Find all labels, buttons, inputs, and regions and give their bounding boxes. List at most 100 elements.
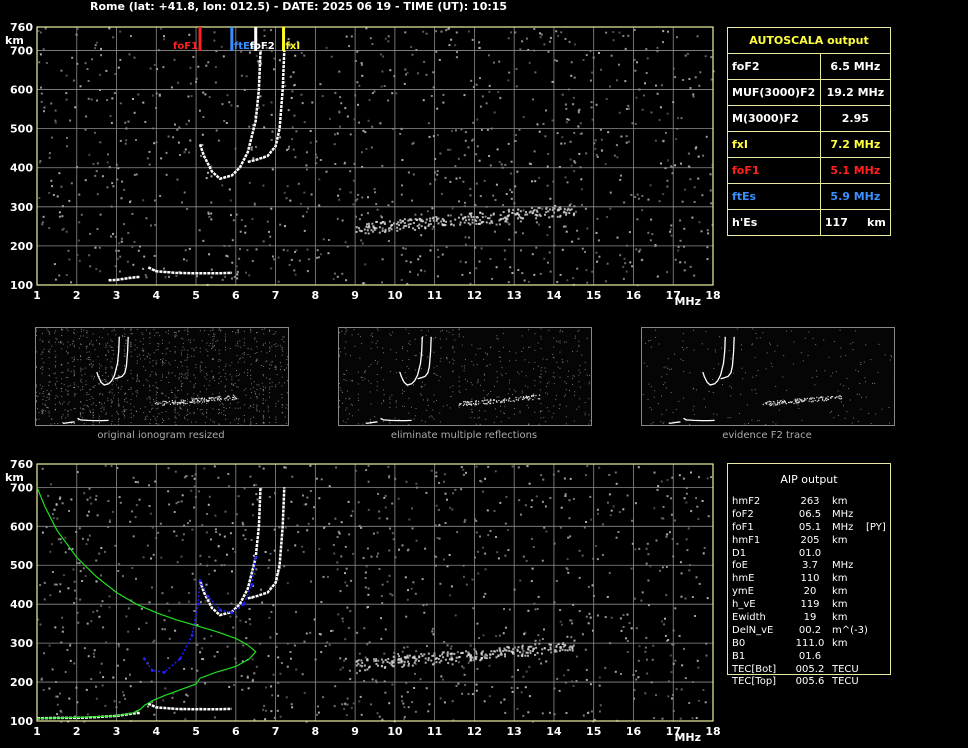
aip-param-label: B0	[732, 637, 746, 649]
thumbnail-evidence-f2	[641, 327, 895, 426]
autoscala-param-label: h'Es	[727, 209, 821, 236]
x-tick-label: 7	[272, 289, 280, 302]
aip-param-value: 3.7	[802, 560, 818, 572]
aip-param-label: D1	[732, 547, 747, 559]
x-tick-label: 18	[705, 289, 720, 302]
x-tick-label: 9	[351, 725, 359, 738]
x-tick-label: 15	[586, 289, 601, 302]
aip-param-unit: km	[832, 599, 848, 611]
model-point	[254, 555, 258, 559]
thumbnail-caption: evidence F2 trace	[722, 430, 812, 441]
aip-param-unit: km	[832, 586, 848, 598]
aip-param-label: foE	[732, 560, 748, 572]
x-tick-label: 4	[152, 725, 160, 738]
grid	[36, 463, 714, 722]
trace-e	[147, 266, 232, 275]
marker-label: fxI	[286, 41, 301, 52]
ionogram-autoscala-plot: 1 2 3 4 5 6 7 8 9 10 11 12 13 14 15 16 17 181002003004005…	[5, 21, 720, 308]
aip-param-unit	[832, 651, 866, 664]
x-tick-label: 4	[152, 289, 160, 302]
aip-row: hmF1 205 km	[728, 535, 890, 548]
model-point	[250, 583, 254, 587]
aip-row: DelN_vE 00.2 m^(-3)	[728, 625, 890, 638]
aip-param-value: 111.0	[795, 637, 825, 649]
aip-param-value: 263	[800, 496, 820, 507]
autoscala-row: M(3000)F2 2.95	[727, 105, 892, 132]
thumbnail-original	[35, 327, 289, 426]
aip-param-value: 005.6	[795, 676, 825, 688]
autoscala-param-label: foF1	[727, 157, 821, 184]
autoscala-param-label: ftEs	[727, 183, 821, 210]
y-tick-label: 100	[10, 715, 33, 728]
autoscala-row: ftEs 5.9 MHz	[727, 183, 892, 210]
aip-param-unit: MHz	[832, 521, 854, 533]
x-tick-label: 14	[546, 289, 562, 302]
aip-param-value: 06.5	[798, 508, 822, 520]
aip-param-value: 110	[800, 573, 820, 585]
x-tick-label: 3	[113, 725, 121, 738]
background-noise	[37, 27, 715, 287]
y-tick-label: 600	[10, 520, 33, 533]
autoscala-output-table: AUTOSCALA output foF2 6.5 MHz MUF(3000)F2 1…	[727, 27, 892, 236]
aip-param-label: DelN_vE	[732, 624, 774, 636]
x-tick-label: 1	[33, 289, 41, 302]
x-tick-label: 7	[272, 725, 280, 738]
model-point	[142, 657, 146, 661]
aip-param-label: ymE	[732, 586, 754, 598]
x-tick-label: 18	[705, 725, 720, 738]
aip-param-value: 005.2	[795, 663, 825, 675]
y-tick-label: 300	[10, 637, 33, 650]
model-point	[178, 657, 182, 661]
electron-density-profile	[36, 487, 257, 719]
aip-row: D1 01.0	[728, 548, 890, 561]
model-trace	[142, 555, 258, 674]
y-tick-label: 100	[10, 279, 33, 292]
aip-param-value: 00.2	[798, 624, 822, 636]
autoscala-row: foF2 6.5 MHz	[727, 53, 892, 80]
model-point	[196, 602, 200, 606]
y-unit-label: km	[5, 34, 24, 47]
aip-row: hmE 110 km	[728, 573, 890, 586]
aip-param-label: hmF2	[732, 496, 761, 507]
x-tick-label: 6	[232, 289, 240, 302]
aip-param-value: 01.0	[798, 547, 822, 559]
aip-param-unit: km	[832, 573, 848, 585]
aip-param-unit: km	[832, 496, 848, 507]
ionogram-aip-plot: 1 2 3 4 5 6 7 8 9 10 11 12 13 14 15 16 17 181002003004005…	[5, 458, 720, 744]
trace-es	[108, 275, 141, 282]
x-tick-label: 6	[232, 725, 240, 738]
aip-param-label: TEC[Bot]	[732, 663, 777, 675]
marker-label: foF2	[250, 41, 275, 52]
aip-param-value: 05.1	[798, 521, 822, 533]
x-tick-label: 16	[626, 289, 642, 302]
aip-output-panel: AIP output hmF2 263 km foF2 06.5 MHz foF1 05.1 M…	[727, 463, 891, 687]
y-unit-label: km	[5, 471, 24, 484]
aip-param-label: Ewidth	[732, 612, 766, 624]
x-tick-label: 2	[73, 289, 81, 302]
aip-param-unit: MHz	[832, 560, 854, 572]
aip-row: TEC[Top] 005.6 TECU	[728, 676, 890, 689]
aip-row: foE 3.7 MHz	[728, 560, 890, 573]
x-tick-label: 15	[586, 725, 601, 738]
aip-row: h_vE 119 km	[728, 599, 890, 612]
model-point	[206, 594, 210, 598]
x-tick-label: 14	[546, 725, 562, 738]
model-point	[198, 579, 202, 583]
autoscala-param-label: MUF(3000)F2	[727, 79, 821, 106]
grid	[36, 26, 714, 286]
aip-row: ymE 20 km	[728, 586, 890, 599]
aip-row: foF1 05.1 MHz [PY]	[728, 522, 890, 535]
autoscala-param-label: foF2	[727, 53, 821, 80]
autoscala-param-value: 2.95	[819, 105, 892, 132]
aip-param-value: 20	[803, 586, 817, 598]
trace-f-x	[247, 50, 286, 164]
trace-f-o	[198, 50, 262, 181]
thumbnail-caption: eliminate multiple reflections	[390, 430, 538, 441]
thumbnail-caption: original ionogram resized	[97, 430, 225, 441]
x-tick-label: 16	[626, 725, 642, 738]
aip-param-unit: m^(-3)	[832, 624, 868, 636]
y-tick-label: 300	[10, 201, 33, 214]
aip-param-value: 19	[803, 612, 817, 624]
x-tick-label: 1	[33, 725, 41, 738]
model-point	[190, 633, 194, 637]
